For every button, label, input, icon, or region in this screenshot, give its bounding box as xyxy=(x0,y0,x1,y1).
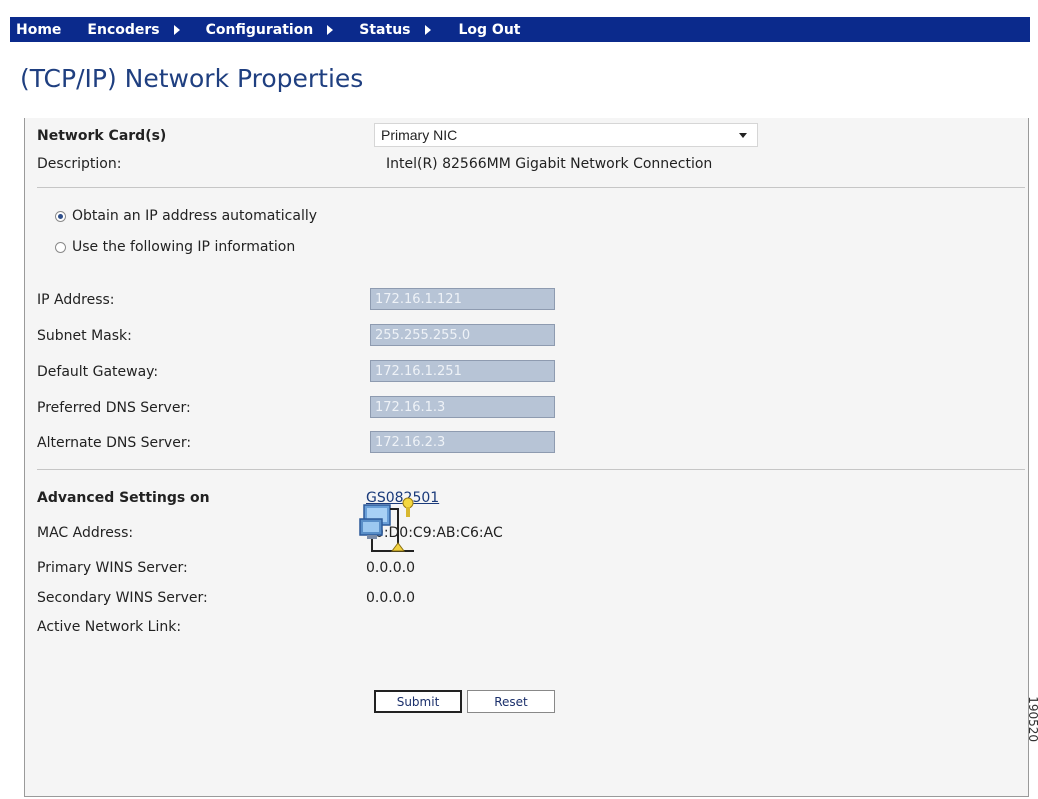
alternate-dns-label: Alternate DNS Server: xyxy=(37,435,192,451)
preferred-dns-field[interactable]: 172.16.1.3 xyxy=(370,396,555,418)
secondary-wins-value: 0.0.0.0 xyxy=(366,590,415,606)
nav-home-label: Home xyxy=(16,21,62,38)
default-gateway-field[interactable]: 172.16.1.251 xyxy=(370,360,555,382)
radio-use-following-label: Use the following IP information xyxy=(72,239,296,255)
preferred-dns-label: Preferred DNS Server: xyxy=(37,400,191,416)
subnet-mask-field[interactable]: 255.255.255.0 xyxy=(370,324,555,346)
network-connection-icon xyxy=(359,497,414,552)
nav-encoders[interactable]: Encoders xyxy=(87,21,180,38)
ip-address-label: IP Address: xyxy=(37,292,115,308)
secondary-wins-label: Secondary WINS Server: xyxy=(37,590,208,606)
primary-wins-label: Primary WINS Server: xyxy=(37,560,188,576)
active-network-link-label: Active Network Link: xyxy=(37,619,182,635)
nav-encoders-label: Encoders xyxy=(87,21,160,38)
description-value: Intel(R) 82566MM Gigabit Network Connect… xyxy=(386,156,713,172)
dropdown-arrow-icon xyxy=(739,133,747,138)
mac-address-label: MAC Address: xyxy=(37,525,134,541)
radio-unselected-icon xyxy=(55,241,66,253)
nav-configuration[interactable]: Configuration xyxy=(206,22,334,38)
nav-status[interactable]: Status xyxy=(359,21,431,38)
radio-use-following[interactable]: Use the following IP information xyxy=(55,239,295,255)
advanced-settings-label: Advanced Settings on xyxy=(37,490,210,506)
ip-address-field[interactable]: 172.16.1.121 xyxy=(370,288,555,310)
nav-status-label: Status xyxy=(359,21,411,38)
network-properties-panel: Network Card(s) Primary NIC Description:… xyxy=(24,118,1029,797)
chevron-right-icon xyxy=(173,24,180,35)
network-card-selected: Primary NIC xyxy=(381,127,458,143)
nav-configuration-label: Configuration xyxy=(205,21,314,38)
alternate-dns-field[interactable]: 172.16.2.3 xyxy=(370,431,555,453)
radio-obtain-auto-label: Obtain an IP address automatically xyxy=(72,208,318,224)
primary-wins-value: 0.0.0.0 xyxy=(366,560,415,576)
radio-obtain-auto[interactable]: Obtain an IP address automatically xyxy=(55,208,317,224)
network-card-select[interactable]: Primary NIC xyxy=(374,123,758,147)
nav-logout[interactable]: Log Out xyxy=(459,22,521,38)
chevron-right-icon xyxy=(424,24,431,35)
divider xyxy=(37,469,1025,470)
figure-code: 190520 xyxy=(1026,696,1038,742)
submit-button[interactable]: Submit xyxy=(374,690,462,713)
subnet-mask-label: Subnet Mask: xyxy=(37,328,132,344)
reset-button[interactable]: Reset xyxy=(467,690,555,713)
network-card-label: Network Card(s) xyxy=(37,128,167,144)
nav-logout-label: Log Out xyxy=(458,21,521,38)
divider xyxy=(37,187,1025,188)
page-title: (TCP/IP) Network Properties xyxy=(20,64,364,93)
default-gateway-label: Default Gateway: xyxy=(37,364,159,380)
chevron-right-icon xyxy=(327,24,334,35)
top-nav-bar: Home Encoders Configuration Status Log O… xyxy=(10,17,1030,42)
radio-selected-icon xyxy=(55,210,66,222)
description-label: Description: xyxy=(37,156,122,172)
nav-home[interactable]: Home xyxy=(16,22,61,38)
